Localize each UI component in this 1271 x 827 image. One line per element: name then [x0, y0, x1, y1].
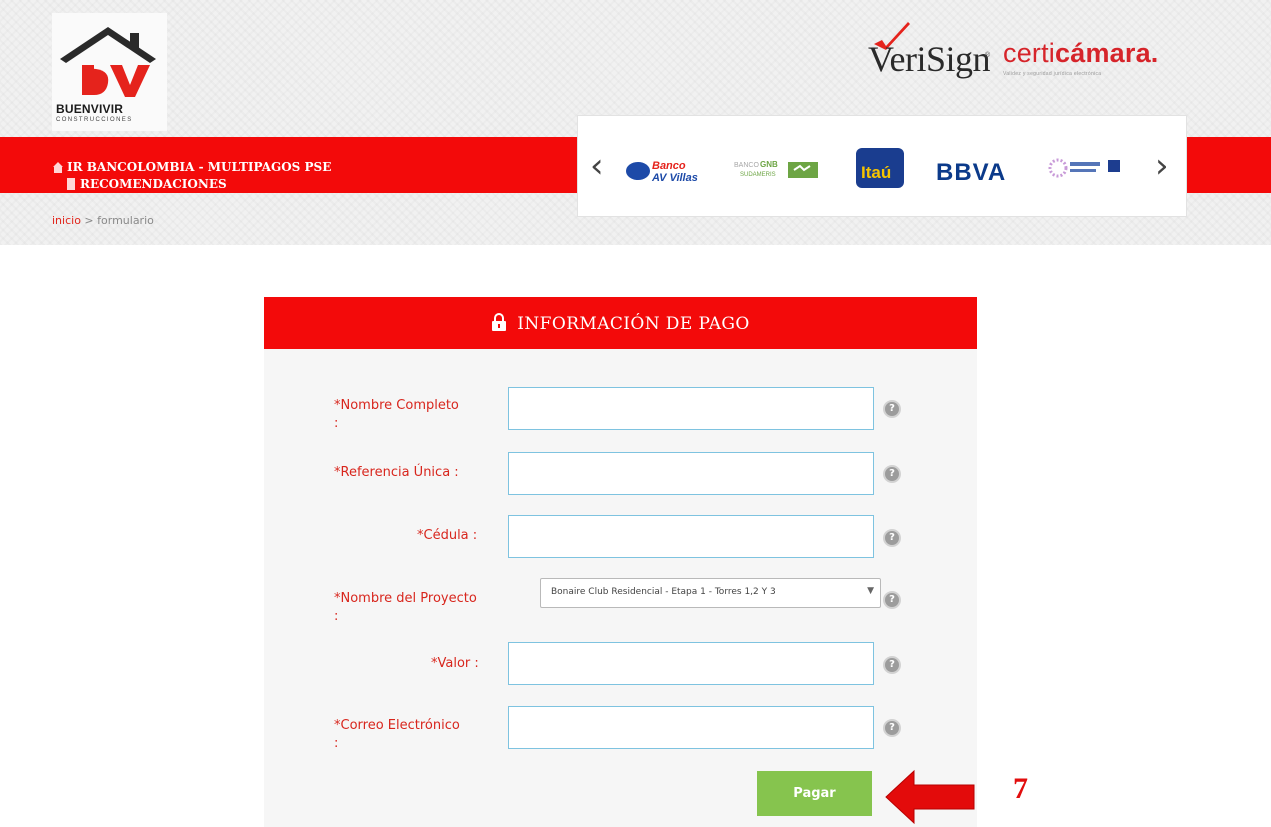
certicamara-logo[interactable]: certicámara. Validez y seguridad jurídic… — [1003, 38, 1159, 77]
house-logo-icon — [60, 27, 156, 97]
valor-input[interactable] — [508, 642, 874, 685]
label-nombre-proyecto-text: *Nombre del Proyecto — [334, 591, 477, 606]
form-title-text: INFORMACIÓN DE PAGO — [517, 314, 750, 334]
referencia-unica-input[interactable] — [508, 452, 874, 495]
help-icon[interactable]: ? — [883, 400, 901, 418]
logo-subtitle: CONSTRUCCIONES — [56, 117, 133, 123]
nav-link-recomendaciones[interactable]: RECOMENDACIONES — [67, 177, 227, 191]
bank-logo-bbva: BBVA — [936, 158, 1028, 190]
label-nombre-proyecto-colon: : — [334, 609, 339, 624]
home-icon — [53, 162, 63, 173]
bank-carousel: ‹ Banco AV Villas BANCO GNB SUDAMERIS It… — [577, 115, 1187, 217]
svg-text:Banco: Banco — [652, 160, 686, 172]
label-nombre-proyecto: *Nombre del Proyecto: — [334, 590, 477, 626]
proyecto-select[interactable]: Bonaire Club Residencial - Etapa 1 - Tor… — [540, 578, 881, 608]
nav-link-bancolombia-label: IR BANCOLOMBIA - MULTIPAGOS PSE — [67, 160, 332, 174]
form-title: INFORMACIÓN DE PAGO — [264, 313, 977, 334]
help-icon[interactable]: ? — [883, 719, 901, 737]
label-correo-electronico: *Correo Electrónico: — [334, 717, 460, 753]
label-correo-electronico-colon: : — [334, 736, 339, 751]
svg-text:BANCO: BANCO — [734, 162, 759, 169]
help-icon[interactable]: ? — [883, 591, 901, 609]
svg-text:AV Villas: AV Villas — [651, 172, 698, 184]
certicamara-text-b: cámara. — [1055, 38, 1159, 68]
label-correo-electronico-text: *Correo Electrónico — [334, 718, 460, 733]
document-icon — [67, 178, 75, 190]
label-nombre-completo-colon: : — [334, 416, 339, 431]
label-nombre-completo-text: *Nombre Completo — [334, 398, 459, 413]
svg-text:GNB: GNB — [760, 160, 778, 169]
registered-mark: ® — [985, 52, 991, 59]
annotation-arrow-icon — [885, 769, 975, 825]
certicamara-text: certicámara. — [1003, 38, 1159, 69]
correo-electronico-input[interactable] — [508, 706, 874, 749]
label-referencia-unica: *Referencia Única : — [334, 465, 459, 480]
buenvivir-logo[interactable]: BUENVIVIR CONSTRUCCIONES — [52, 13, 167, 131]
breadcrumb-current: formulario — [97, 214, 154, 227]
chevron-left-icon[interactable]: ‹ — [590, 146, 604, 186]
label-nombre-completo: *Nombre Completo: — [334, 397, 459, 433]
certicamara-tagline: Validez y seguridad jurídica electrónica — [1003, 71, 1102, 77]
nombre-completo-input[interactable] — [508, 387, 874, 430]
help-icon[interactable]: ? — [883, 529, 901, 547]
form-header: INFORMACIÓN DE PAGO — [264, 297, 977, 349]
certicamara-text-a: certi — [1003, 38, 1056, 68]
cedula-input[interactable] — [508, 515, 874, 558]
nav-link-recomendaciones-label: RECOMENDACIONES — [80, 177, 227, 191]
svg-text:SUDAMERIS: SUDAMERIS — [740, 172, 776, 178]
logo-name: BUENVIVIR — [56, 102, 124, 116]
bank-logo-av-villas: Banco AV Villas — [626, 156, 716, 190]
nav-link-bancolombia[interactable]: IR BANCOLOMBIA - MULTIPAGOS PSE — [53, 160, 332, 174]
chevron-down-icon: ▼ — [867, 586, 874, 596]
label-valor: *Valor : — [431, 656, 479, 671]
breadcrumb-home[interactable]: inicio — [52, 214, 81, 227]
breadcrumb: inicio > formulario — [52, 214, 154, 227]
lock-icon — [492, 313, 507, 331]
proyecto-select-value: Bonaire Club Residencial - Etapa 1 - Tor… — [551, 587, 776, 597]
bank-logo-itau: Itaú — [856, 148, 904, 192]
breadcrumb-separator: > — [84, 214, 94, 227]
bank-logo-caja-social — [1048, 158, 1136, 188]
svg-text:BBVA: BBVA — [936, 159, 1006, 186]
chevron-right-icon[interactable]: › — [1155, 146, 1169, 186]
annotation-step-number: 7 — [1013, 772, 1028, 805]
help-icon[interactable]: ? — [883, 656, 901, 674]
svg-text:Itaú: Itaú — [861, 163, 891, 182]
label-cedula: *Cédula : — [417, 528, 478, 543]
bank-logo-gnb-sudameris: BANCO GNB SUDAMERIS — [734, 156, 826, 190]
verisign-text: VeriSign — [868, 39, 991, 79]
pagar-button[interactable]: Pagar — [757, 771, 872, 816]
help-icon[interactable]: ? — [883, 465, 901, 483]
